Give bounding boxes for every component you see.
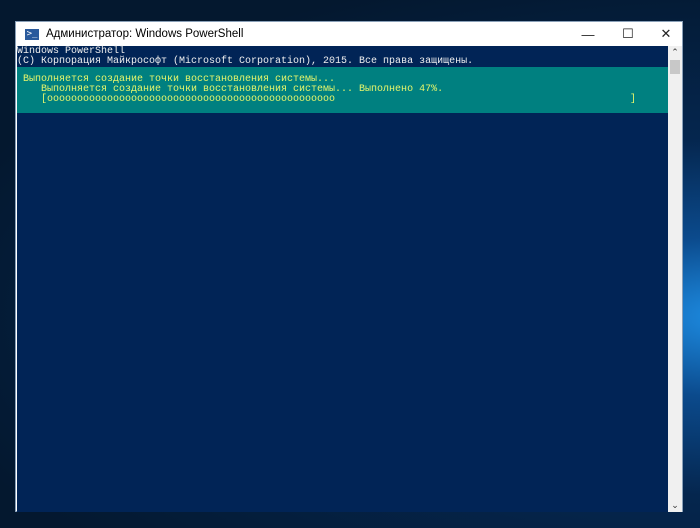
maximize-button[interactable]: ☐ [612, 22, 644, 46]
scroll-up-icon[interactable]: ⌃ [668, 47, 682, 58]
scrollbar-thumb[interactable] [670, 60, 680, 74]
scroll-down-icon[interactable]: ⌄ [668, 500, 682, 511]
progress-bar: [ooooooooooooooooooooooooooooooooooooooo… [23, 94, 336, 105]
vertical-scrollbar[interactable]: ⌃ ⌄ [668, 46, 682, 512]
close-button[interactable]: ✕ [650, 22, 682, 46]
progress-panel: Выполняется создание точки восстановлени… [17, 67, 669, 113]
title-bar[interactable]: >_ Администратор: Windows PowerShell — ☐… [16, 22, 682, 46]
powershell-icon: >_ [25, 28, 39, 40]
powershell-window: >_ Администратор: Windows PowerShell — ☐… [15, 21, 683, 512]
window-title: Администратор: Windows PowerShell [46, 28, 244, 40]
console-output[interactable]: Windows PowerShell (C) Корпорация Майкро… [17, 46, 669, 512]
console-line: (C) Корпорация Майкрософт (Microsoft Cor… [17, 56, 474, 67]
minimize-button[interactable]: — [572, 22, 604, 46]
progress-bar-end: ] [630, 94, 637, 105]
